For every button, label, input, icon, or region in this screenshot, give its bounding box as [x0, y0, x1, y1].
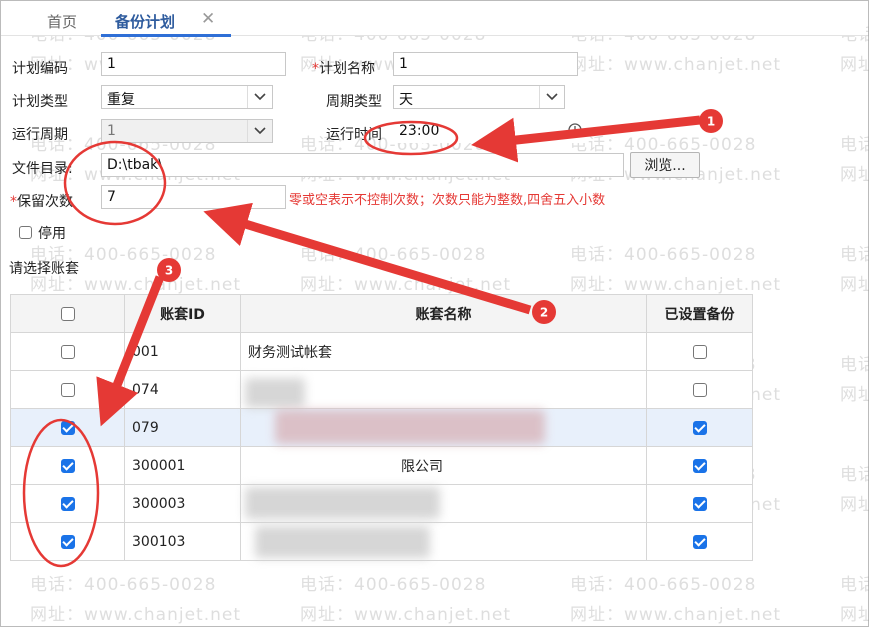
badge-3-text: 3 — [165, 264, 173, 278]
annotation-circle-checkboxes — [22, 418, 100, 568]
annotation-arrow-2 — [203, 202, 532, 315]
annotation-circle-run-time — [363, 120, 459, 156]
annotation-badge-1: 1 — [699, 109, 723, 133]
annotation-badge-2: 2 — [532, 300, 556, 324]
annotation-layer: 1 2 3 — [22, 109, 723, 568]
annotation-circle-keep-count — [63, 140, 167, 226]
annotation-badge-3: 3 — [157, 258, 181, 282]
badge-2-text: 2 — [540, 306, 548, 320]
annotation-arrow-3 — [96, 275, 165, 427]
badge-1-text: 1 — [707, 115, 715, 129]
annotation-arrow-1 — [471, 115, 701, 163]
